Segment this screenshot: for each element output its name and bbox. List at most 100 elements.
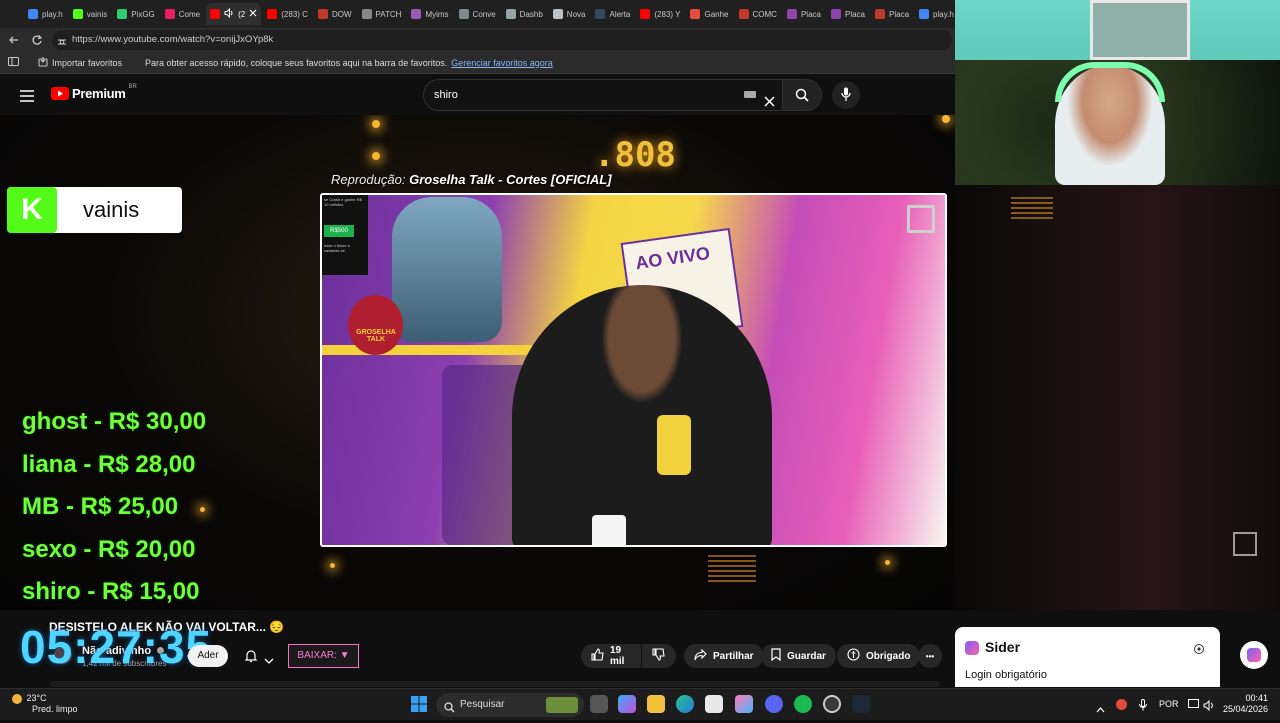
browser-tab[interactable]: COMC — [735, 3, 781, 25]
sider-settings-icon[interactable] — [1193, 642, 1205, 660]
tab-close-icon[interactable] — [249, 9, 257, 19]
edge-icon[interactable] — [676, 695, 694, 713]
store-icon[interactable] — [705, 695, 723, 713]
spotify-icon[interactable] — [794, 695, 812, 713]
address-bar-row: https://www.youtube.com/watch?v=onijJxOY… — [0, 28, 955, 52]
volume-icon[interactable] — [1203, 698, 1215, 716]
url-field[interactable]: https://www.youtube.com/watch?v=onijJxOY… — [52, 30, 952, 50]
back-icon[interactable] — [8, 33, 20, 51]
browser-tab[interactable]: DOW — [314, 3, 356, 25]
tab-label: Come — [178, 9, 201, 19]
tab-favicon-icon — [72, 9, 83, 19]
save-button[interactable]: Guardar — [761, 644, 836, 668]
browser-tab[interactable]: Alerta — [591, 3, 634, 25]
donation-entry: ghost - R$ 30,00 — [22, 408, 207, 435]
download-button[interactable]: BAIXAR: ▼ — [288, 644, 359, 668]
browser-tab[interactable]: Conve — [455, 3, 500, 25]
stream-timer: 05:27:35 — [20, 621, 213, 673]
tab-favicon-icon — [267, 9, 278, 19]
tab-list-button[interactable] — [4, 3, 12, 25]
description-preview[interactable] — [50, 681, 940, 687]
channel-watermark-icon — [907, 205, 935, 233]
now-playing-label: Reprodução: — [331, 172, 406, 187]
chevron-down-icon — [264, 652, 274, 670]
system-clock[interactable]: 00:41 25/04/2026 — [1222, 693, 1268, 715]
discord-icon[interactable] — [765, 695, 783, 713]
photos-icon[interactable] — [735, 695, 753, 713]
reload-icon[interactable] — [31, 33, 43, 51]
keyboard-icon[interactable] — [744, 91, 756, 98]
steam-icon[interactable] — [852, 695, 870, 713]
browser-tab[interactable]: vainis — [69, 3, 111, 25]
browser-tab[interactable]: (283) Y — [636, 3, 684, 25]
video-player[interactable]: GROSELHA TALK AO VIVO se Crash e ganhe R… — [320, 193, 947, 547]
import-favorites-button[interactable]: Importar favoritos — [38, 56, 122, 69]
tab-favicon-icon — [411, 9, 422, 19]
browser-tab[interactable]: PATCH — [358, 3, 406, 25]
browser-tab[interactable]: Placa — [871, 3, 913, 25]
taskbar-search[interactable]: Pesquisar — [436, 693, 584, 717]
sponsor-badge-footer: esse o bloze e cadastre-se — [324, 243, 350, 253]
browser-tab[interactable]: Placa — [827, 3, 869, 25]
browser-tab[interactable]: Come — [161, 3, 204, 25]
sider-floating-icon[interactable] — [1240, 641, 1268, 669]
microphone-tray-icon[interactable] — [1139, 698, 1147, 716]
tab-favicon-icon — [164, 9, 175, 19]
browser-tab[interactable]: play.h — [24, 3, 67, 25]
tray-app-icon[interactable] — [1116, 699, 1127, 710]
browser-tab[interactable]: (283) C — [263, 3, 312, 25]
like-button[interactable]: 19 mil — [581, 644, 641, 668]
join-button[interactable]: Ader — [188, 645, 228, 667]
language-indicator[interactable]: POR — [1159, 699, 1179, 709]
sider-logo-icon — [965, 641, 979, 655]
microphone — [657, 415, 691, 475]
browser-tab[interactable]: Placa — [783, 3, 825, 25]
youtube-logo[interactable]: Premium BR — [51, 84, 137, 101]
weather-widget[interactable]: 23°C Pred. limpo — [12, 693, 78, 715]
dislike-button[interactable] — [642, 644, 676, 668]
share-button[interactable]: Partilhar — [684, 644, 764, 668]
tab-audio-icon[interactable] — [224, 7, 234, 20]
more-actions-button[interactable]: ••• — [918, 644, 942, 668]
donation-entry: shiro - R$ 15,00 — [22, 578, 200, 605]
voice-search-button[interactable] — [832, 81, 860, 109]
now-playing: Reprodução: Groselha Talk - Cortes [OFIC… — [331, 172, 612, 187]
side-backdrop — [955, 185, 1280, 610]
streamer-card: K vainis — [7, 187, 182, 233]
browser-tab[interactable]: Ganhe — [686, 3, 732, 25]
thanks-button[interactable]: Obrigado — [837, 644, 921, 668]
tab-favicon-icon — [28, 9, 38, 19]
browser-tab[interactable]: Nova — [549, 3, 590, 25]
sider-panel[interactable]: Sider Login obrigatório — [955, 627, 1220, 687]
figurine — [392, 197, 502, 342]
tab-label: Ganhe — [704, 9, 729, 19]
task-view-icon[interactable] — [590, 695, 608, 713]
browser-tab[interactable]: Myims — [407, 3, 452, 25]
tray-chevron-icon[interactable] — [1096, 700, 1105, 718]
search-input[interactable]: shiro — [423, 79, 783, 111]
browser-tab[interactable]: Dashb — [502, 3, 547, 25]
workspaces-icon[interactable] — [14, 3, 22, 25]
notification-bell-button[interactable] — [238, 645, 282, 667]
youtube-header: Premium BR shiro — [0, 75, 955, 115]
tab-label: COMC — [752, 9, 777, 19]
weather-description: Pred. limpo — [32, 704, 78, 714]
browser-tab[interactable]: (2 — [206, 3, 262, 25]
tab-label: Placa — [844, 9, 865, 19]
search-button[interactable] — [782, 79, 822, 111]
manage-favorites-link[interactable]: Gerenciar favoritos agora — [451, 58, 553, 68]
thumbs-down-icon — [652, 648, 665, 664]
windows-start-icon[interactable] — [411, 696, 427, 717]
menu-icon[interactable] — [20, 89, 34, 107]
search-icon — [795, 88, 809, 107]
copilot-icon[interactable] — [618, 695, 636, 713]
network-icon[interactable] — [1188, 699, 1199, 708]
sidebar-toggle-icon[interactable] — [8, 57, 20, 68]
browser-tab[interactable]: PixGG — [113, 3, 159, 25]
file-explorer-icon[interactable] — [647, 695, 665, 713]
shelf — [322, 345, 532, 355]
watermark-icon — [1233, 532, 1257, 556]
browser-tab[interactable]: play.h — [915, 3, 955, 25]
youtube-play-icon — [51, 87, 69, 100]
obs-icon[interactable] — [823, 695, 841, 713]
